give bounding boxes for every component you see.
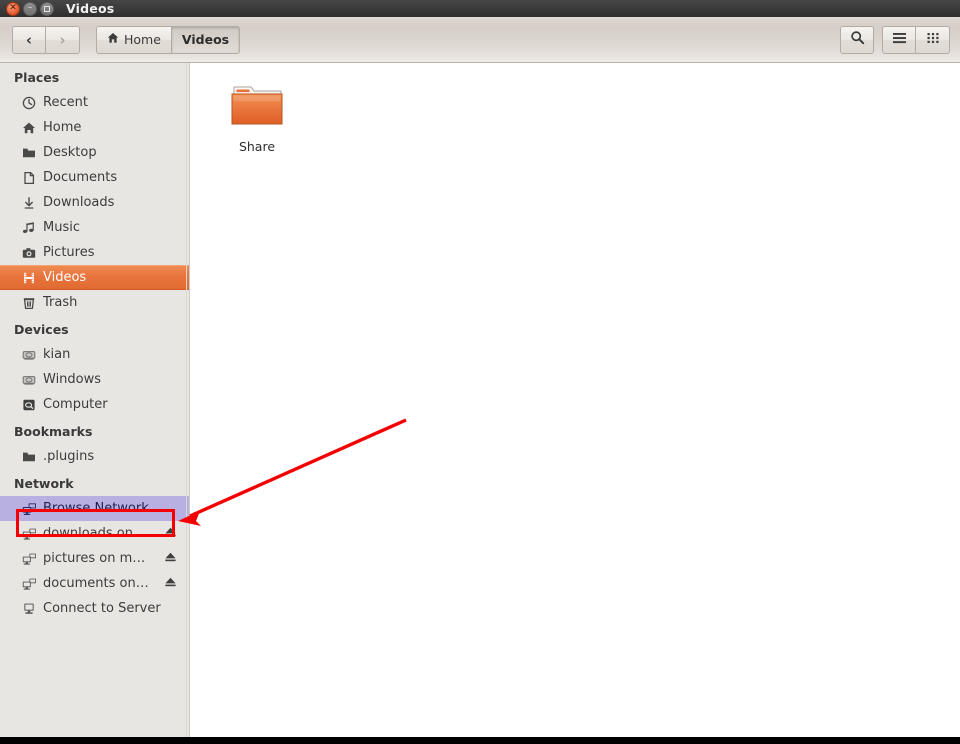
document-icon (22, 171, 40, 185)
harddisk-icon (22, 373, 40, 387)
sidebar-item-label: Trash (43, 295, 78, 310)
sidebar-item-home[interactable]: Home (0, 115, 189, 140)
sidebar-item-browse-network[interactable]: Browse Network (0, 496, 189, 521)
sidebar-item-documents[interactable]: Documents (0, 165, 189, 190)
breadcrumb: Home Videos (96, 25, 241, 54)
sidebar-item-label: Downloads (43, 195, 115, 210)
chevron-right-icon: › (59, 30, 66, 49)
sidebar-item-desktop[interactable]: Desktop (0, 140, 189, 165)
home-icon (107, 32, 119, 47)
download-icon (22, 196, 40, 210)
sidebar-item-music[interactable]: Music (0, 215, 189, 240)
home-icon (22, 121, 40, 135)
close-button[interactable]: × (6, 1, 20, 16)
view-mode-buttons (882, 25, 950, 54)
camera-icon (22, 246, 40, 260)
sidebar-item-label: Desktop (43, 145, 97, 160)
search-icon (850, 30, 865, 49)
back-button[interactable]: ‹ (12, 25, 46, 54)
list-view-icon (892, 32, 907, 48)
sidebar-section-places: Places (14, 70, 60, 85)
breadcrumb-home-label: Home (124, 32, 161, 47)
minimize-button[interactable]: – (23, 1, 37, 16)
sidebar-item-label: Documents (43, 170, 118, 185)
sidebar-item-label: kian (43, 347, 71, 362)
eject-icon[interactable] (164, 551, 177, 567)
sidebar-item-computer[interactable]: Computer (0, 392, 189, 417)
sidebar-item-label: Browse Network (43, 501, 149, 516)
sidebar-item-label: Computer (43, 397, 108, 412)
grid-view-button[interactable] (916, 25, 950, 54)
sidebar-item-label: Music (43, 220, 80, 235)
sidebar-item-kian[interactable]: kian (0, 342, 189, 367)
breadcrumb-videos-label: Videos (181, 32, 230, 47)
window-titlebar: × – Videos (0, 0, 960, 17)
toolbar-right-buttons (840, 25, 950, 54)
sidebar-item-downloads-share[interactable]: downloads on … (0, 521, 189, 546)
search-button[interactable] (840, 25, 874, 54)
film-icon (22, 271, 40, 285)
clock-icon (22, 96, 40, 110)
sidebar-item-connect-to-server[interactable]: Connect to Server (0, 596, 189, 621)
network-share-icon (22, 577, 40, 591)
minimize-icon: – (27, 2, 33, 13)
sidebar-section-devices: Devices (14, 322, 69, 337)
sidebar-item-videos[interactable]: Videos (0, 265, 189, 290)
sidebar-item-pictures[interactable]: Pictures (0, 240, 189, 265)
window-title: Videos (66, 1, 115, 16)
network-icon (22, 502, 40, 516)
file-item-share[interactable]: Share (213, 73, 301, 154)
breadcrumb-videos[interactable]: Videos (171, 25, 241, 54)
trash-icon (22, 296, 40, 310)
sidebar-item-downloads[interactable]: Downloads (0, 190, 189, 215)
sidebar: Places Recent Home Desktop Documents Dow… (0, 63, 190, 737)
window-controls: × – (6, 1, 54, 16)
file-grid: Share (191, 63, 960, 154)
folder-icon (22, 146, 40, 160)
eject-icon[interactable] (164, 576, 177, 592)
network-share-icon (22, 552, 40, 566)
folder-icon (22, 450, 40, 464)
sidebar-item-pictures-share[interactable]: pictures on m… (0, 546, 189, 571)
list-view-button[interactable] (882, 25, 916, 54)
sidebar-item-label: Connect to Server (43, 601, 161, 616)
sidebar-item-documents-share[interactable]: documents on… (0, 571, 189, 596)
maximize-icon (44, 5, 50, 12)
sidebar-item-label: Videos (43, 270, 87, 285)
computer-icon (22, 398, 40, 412)
music-icon (22, 221, 40, 235)
navigation-buttons: ‹ › (12, 25, 80, 54)
sidebar-item-label: Recent (43, 95, 88, 110)
network-share-icon (22, 527, 40, 541)
sidebar-item-trash[interactable]: Trash (0, 290, 189, 315)
sidebar-item-windows[interactable]: Windows (0, 367, 189, 392)
sidebar-scrollbar[interactable] (186, 63, 187, 737)
chevron-left-icon: ‹ (25, 30, 33, 49)
server-icon (22, 602, 40, 616)
sidebar-item-label: .plugins (43, 449, 95, 464)
bottom-bar (0, 737, 960, 744)
file-area[interactable]: Share (191, 63, 960, 737)
forward-button[interactable]: › (46, 25, 80, 54)
sidebar-section-network: Network (14, 476, 74, 491)
sidebar-item-plugins[interactable]: .plugins (0, 444, 189, 469)
eject-icon[interactable] (164, 526, 177, 542)
harddisk-icon (22, 348, 40, 362)
sidebar-item-recent[interactable]: Recent (0, 90, 189, 115)
grid-view-icon (926, 31, 940, 49)
file-name-label: Share (238, 139, 276, 154)
sidebar-item-label: Windows (43, 372, 102, 387)
toolbar: ‹ › Home Videos (0, 17, 960, 63)
sidebar-item-label: pictures on m… (43, 551, 146, 566)
close-icon: × (9, 2, 17, 13)
sidebar-item-label: Pictures (43, 245, 95, 260)
sidebar-item-label: downloads on … (43, 526, 151, 541)
breadcrumb-home[interactable]: Home (96, 25, 172, 54)
sidebar-item-label: Home (43, 120, 82, 135)
folder-icon (229, 81, 285, 133)
sidebar-section-bookmarks: Bookmarks (14, 424, 93, 439)
sidebar-item-label: documents on… (43, 576, 149, 591)
maximize-button[interactable] (40, 1, 54, 16)
